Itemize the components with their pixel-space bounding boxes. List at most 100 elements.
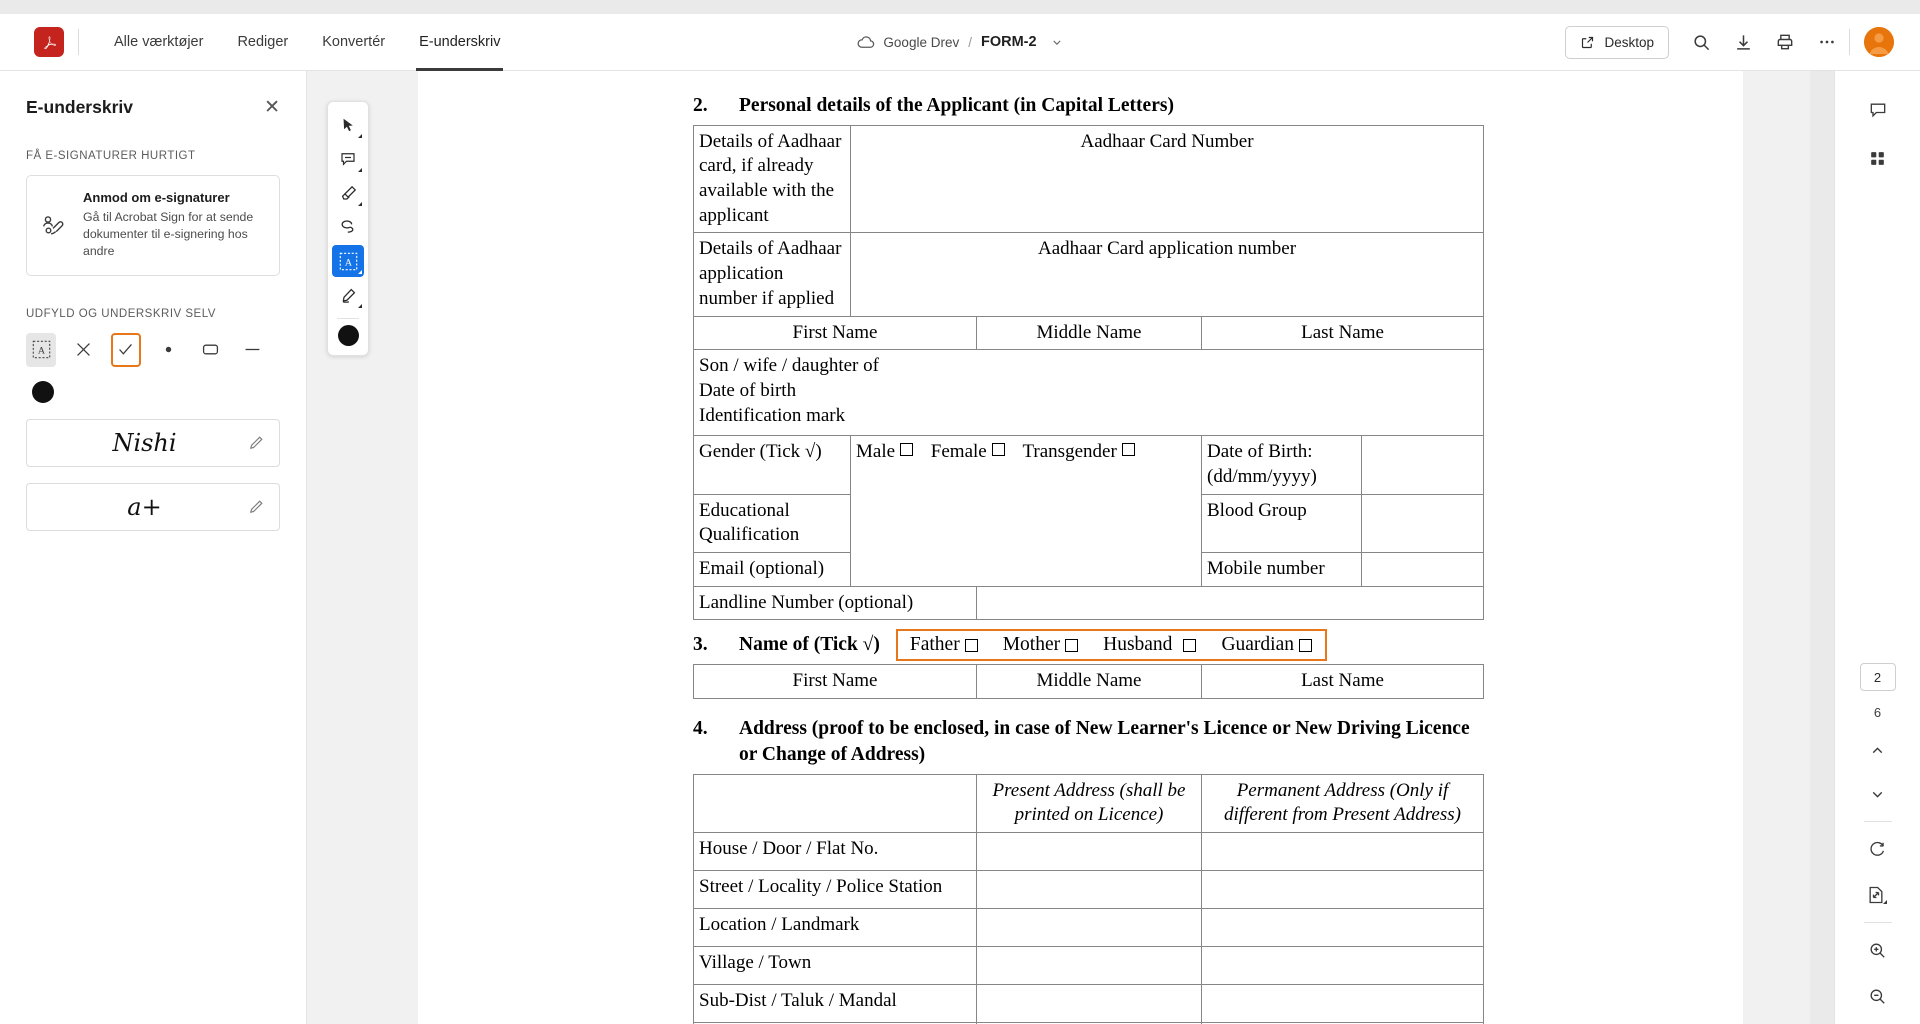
sign-tool[interactable] <box>332 279 364 311</box>
lasso-icon <box>339 218 358 237</box>
annotation-toolbar: A <box>327 101 369 356</box>
aadhaar-app-label-cell: Details of Aadhaar application number if… <box>694 233 851 316</box>
request-esignatures-card[interactable]: Anmod om e-signaturer Gå til Acrobat Sig… <box>26 175 280 276</box>
education-label-cell: Educational Qualification <box>694 494 851 552</box>
present-address-cell[interactable] <box>977 946 1202 984</box>
pencil-icon[interactable] <box>248 434 265 451</box>
breadcrumb-filename[interactable]: FORM-2 <box>981 34 1037 50</box>
aadhaar-value-cell[interactable]: Aadhaar Card Number <box>851 125 1484 233</box>
mobile-value-cell[interactable] <box>1362 552 1484 586</box>
middle-name-header: Middle Name <box>977 316 1202 350</box>
add-text-tool[interactable]: A <box>26 333 56 367</box>
chevron-down-icon[interactable] <box>1051 36 1064 49</box>
address-row-label: Sub-Dist / Taluk / Mandal <box>694 984 977 1022</box>
check-mark-tool[interactable] <box>111 333 142 367</box>
last-name-header: Last Name <box>1202 316 1484 350</box>
checkbox-female[interactable] <box>992 443 1005 456</box>
select-tool[interactable] <box>332 109 364 141</box>
user-avatar[interactable] <box>1864 27 1894 57</box>
permanent-address-cell[interactable] <box>1202 832 1484 870</box>
relation-cell[interactable]: Son / wife / daughter of Date of birth I… <box>694 350 1484 436</box>
annotation-color-swatch[interactable] <box>338 325 359 346</box>
landline-value-cell[interactable] <box>977 586 1484 620</box>
external-link-icon <box>1580 35 1595 50</box>
cross-mark-tool[interactable] <box>68 333 98 367</box>
checkbox-male[interactable] <box>900 443 913 456</box>
tab-convert[interactable]: Konvertér <box>305 14 402 71</box>
tick-option-husband[interactable]: Husband <box>1103 634 1199 656</box>
gender-option-male: Male <box>856 441 895 462</box>
tick-option-mother[interactable]: Mother <box>1003 634 1081 656</box>
print-button[interactable] <box>1765 24 1805 60</box>
checkbox-father[interactable] <box>965 639 978 652</box>
checkbox-husband[interactable] <box>1183 639 1196 652</box>
permanent-address-cell[interactable] <box>1202 984 1484 1022</box>
checkbox-mother[interactable] <box>1065 639 1078 652</box>
document-viewport[interactable]: 2. Personal details of the Applicant (in… <box>307 71 1810 1024</box>
close-panel-button[interactable]: ✕ <box>264 98 280 117</box>
previous-page-button[interactable] <box>1858 730 1898 770</box>
zoom-out-button[interactable] <box>1858 976 1898 1016</box>
current-page-input[interactable]: 2 <box>1860 663 1896 691</box>
line-tool[interactable] <box>238 333 268 367</box>
table-row: Village / Town <box>694 946 1484 984</box>
chevron-down-icon <box>1869 786 1886 803</box>
permanent-address-cell[interactable] <box>1202 908 1484 946</box>
table-row: First Name Middle Name Last Name <box>694 316 1484 350</box>
more-options-button[interactable] <box>1807 24 1847 60</box>
present-address-cell[interactable] <box>977 832 1202 870</box>
aadhaar-app-value-cell[interactable]: Aadhaar Card application number <box>851 233 1484 316</box>
permanent-address-cell[interactable] <box>1202 870 1484 908</box>
draw-free-tool[interactable] <box>332 211 364 243</box>
acrobat-a-icon <box>40 33 59 52</box>
zoom-in-button[interactable] <box>1858 930 1898 970</box>
checkbox-transgender[interactable] <box>1122 443 1135 456</box>
present-address-cell[interactable] <box>977 870 1202 908</box>
blood-group-value-cell[interactable] <box>1362 494 1484 552</box>
section-label-fill-sign: UDFYLD OG UNDERSKRIV SELV <box>26 308 280 320</box>
tick-option-father[interactable]: Father <box>910 634 981 656</box>
right-rail-top-icons <box>1858 90 1898 178</box>
breadcrumb-location[interactable]: Google Drev <box>883 35 959 50</box>
desktop-button-label: Desktop <box>1604 35 1654 50</box>
dot-mark-tool[interactable] <box>153 333 183 367</box>
permanent-address-cell[interactable] <box>1202 946 1484 984</box>
address-row-label: Village / Town <box>694 946 977 984</box>
svg-text:A: A <box>38 346 46 357</box>
top-toolbar: Alle værktøjer Rediger Konvertér E-under… <box>0 14 1920 71</box>
pencil-icon[interactable] <box>248 498 265 515</box>
dob-value-cell[interactable] <box>1362 436 1484 494</box>
gender-options-cell[interactable]: Male Female Transgender <box>851 436 1202 586</box>
rotate-cw-icon <box>1868 840 1887 859</box>
saved-signature-2[interactable]: a+ <box>26 483 280 531</box>
top-right-actions: Desktop <box>1565 24 1920 60</box>
download-icon <box>1734 33 1753 52</box>
next-page-button[interactable] <box>1858 774 1898 814</box>
adobe-acrobat-logo[interactable] <box>34 27 64 57</box>
desktop-button[interactable]: Desktop <box>1565 26 1669 59</box>
rotate-button[interactable] <box>1858 829 1898 869</box>
tick-option-guardian[interactable]: Guardian <box>1221 634 1315 656</box>
section-label-quick-esign: FÅ E-SIGNATURER HURTIGT <box>26 150 280 162</box>
comments-panel-button[interactable] <box>1858 90 1898 130</box>
add-text-tool[interactable]: A <box>332 245 364 277</box>
tab-all-tools[interactable]: Alle værktøjer <box>97 14 220 71</box>
tab-edit[interactable]: Rediger <box>220 14 305 71</box>
personal-details-table: Details of Aadhaar card, if already avai… <box>693 125 1484 621</box>
present-address-cell[interactable] <box>977 984 1202 1022</box>
page-thumbnails-button[interactable] <box>1858 138 1898 178</box>
signature-pen-icon <box>339 286 358 305</box>
search-button[interactable] <box>1681 24 1721 60</box>
rectangle-tool[interactable] <box>196 333 226 367</box>
fit-page-button[interactable] <box>1858 875 1898 915</box>
comment-tool[interactable] <box>332 143 364 175</box>
checkbox-guardian[interactable] <box>1299 639 1312 652</box>
grid-icon <box>1868 149 1887 168</box>
download-button[interactable] <box>1723 24 1763 60</box>
saved-signature-1[interactable]: Nishi <box>26 419 280 467</box>
highlight-tool[interactable] <box>332 177 364 209</box>
ink-color-swatch[interactable] <box>32 381 54 403</box>
name-of-tick-options-highlight[interactable]: Father Mother Husband Guardian <box>896 629 1327 661</box>
present-address-cell[interactable] <box>977 908 1202 946</box>
tab-esign[interactable]: E-underskriv <box>402 14 517 71</box>
